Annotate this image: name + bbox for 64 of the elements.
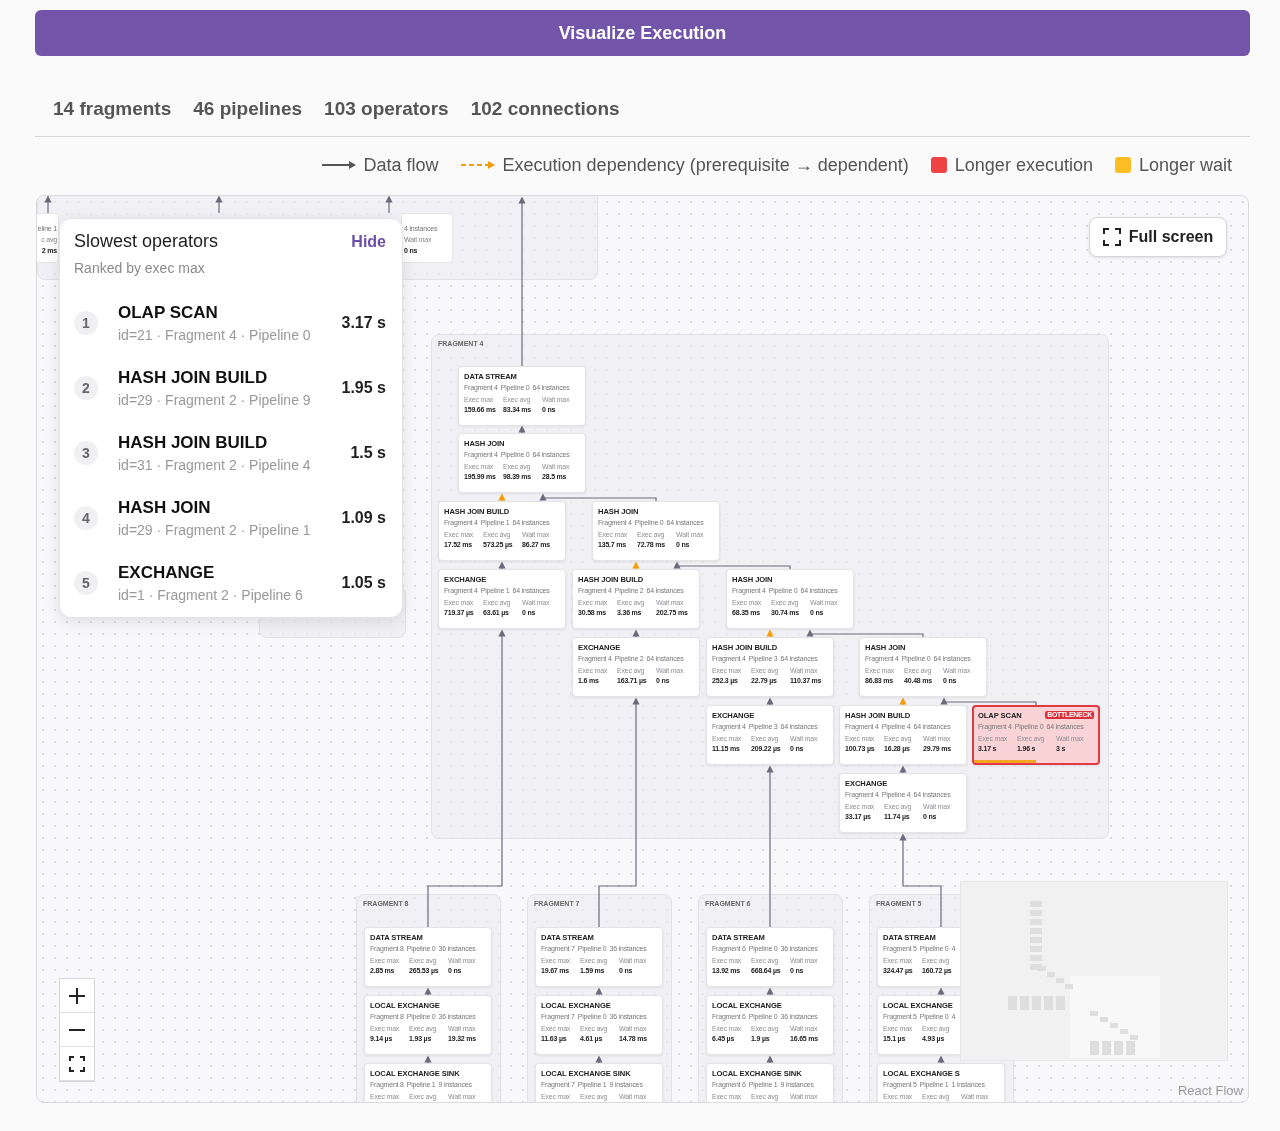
data-flow-edge [937,1055,945,1064]
data-flow-edge [518,425,526,434]
operator-name: EXCHANGE [118,562,216,583]
data-flow-edge [498,561,506,570]
rank-badge: 4 [74,505,98,530]
data-flow-edge [385,196,393,214]
operator-row[interactable]: 1 OLAP SCAN id=21 · Fragment 4 · Pipeline 0 3.17 s [74,290,386,355]
data-flow-edge [937,987,945,996]
operator-name: OLAP SCAN [118,302,219,323]
stat-count: 14 fragments [53,98,172,120]
data-flow-edge [766,987,774,996]
data-flow-edge [215,196,223,214]
rank-badge: 1 [74,310,98,335]
exec-time: 1.05 s [341,573,386,592]
data-flow-edge [424,987,432,996]
minus-icon [68,1028,86,1031]
dependency-edge [899,697,907,706]
exec-time: 3.17 s [341,313,386,332]
exec-time: 1.09 s [341,508,386,527]
data-flow-edge [632,629,640,638]
plus-icon [68,986,86,1005]
operator-name: HASH JOIN [118,497,212,518]
stat-count: 102 connections [470,98,620,120]
stat-count: 103 operators [324,98,449,120]
data-flow-edge [44,196,52,214]
rank-badge: 2 [74,375,98,400]
header-title: Visualize Execution [558,22,727,44]
full-screen-button[interactable]: Full screen [1089,217,1227,257]
data-flow-edge [766,1055,774,1064]
panel-subtitle: Ranked by exec max [74,260,206,276]
data-flow-edge [899,765,907,774]
data-flow-edge [595,1055,603,1064]
operator-row[interactable]: 4 HASH JOIN id=29 · Fragment 2 · Pipeline 1 1.09 s [74,485,386,550]
operator-row[interactable]: 2 HASH JOIN BUILD id=29 · Fragment 2 · Pipeline 9 1.95 s [74,355,386,420]
rank-badge: 3 [74,440,98,465]
hide-button[interactable]: Hide [351,232,386,251]
operator-detail: id=29 · Fragment 2 · Pipeline 9 [118,391,312,408]
operator-detail: id=1 · Fragment 2 · Pipeline 6 [118,586,304,603]
exec-time: 1.5 s [350,443,386,462]
stat-count: 46 pipelines [193,98,303,120]
operator-detail: id=21 · Fragment 4 · Pipeline 0 [118,326,312,343]
operator-row[interactable]: 5 EXCHANGE id=1 · Fragment 2 · Pipeline 6 1.05 s [74,550,386,615]
data-flow-edge [424,1055,432,1064]
data-flow-edge [595,987,603,996]
legend-label: Longer wait [1138,154,1232,176]
operator-detail: id=31 · Fragment 2 · Pipeline 4 [118,456,312,473]
dependency-edge [632,561,640,570]
dependency-edge [498,493,506,502]
operator-name: HASH JOIN BUILD [118,367,269,388]
dependency-edge [766,629,774,638]
panel-title: Slowest operators [74,231,219,252]
operator-detail: id=29 · Fragment 2 · Pipeline 1 [118,521,312,538]
legend-label: Longer execution [954,154,1093,176]
exec-time: 1.95 s [341,378,386,397]
solid-arrow-icon [321,160,356,170]
dashed-arrow-icon [460,160,495,170]
fit-view-icon [69,1055,85,1072]
legend-label: Execution dependency (prerequisite → dependent) [502,154,909,176]
operator-name: HASH JOIN BUILD [118,432,269,453]
operator-row[interactable]: 3 HASH JOIN BUILD id=31 · Fragment 2 · Pipeline 4 1.5 s [74,420,386,485]
rank-badge: 5 [74,570,98,595]
fullscreen-icon [1102,228,1121,246]
data-flow-edge [766,697,774,706]
legend-label: Data flow [363,154,439,176]
